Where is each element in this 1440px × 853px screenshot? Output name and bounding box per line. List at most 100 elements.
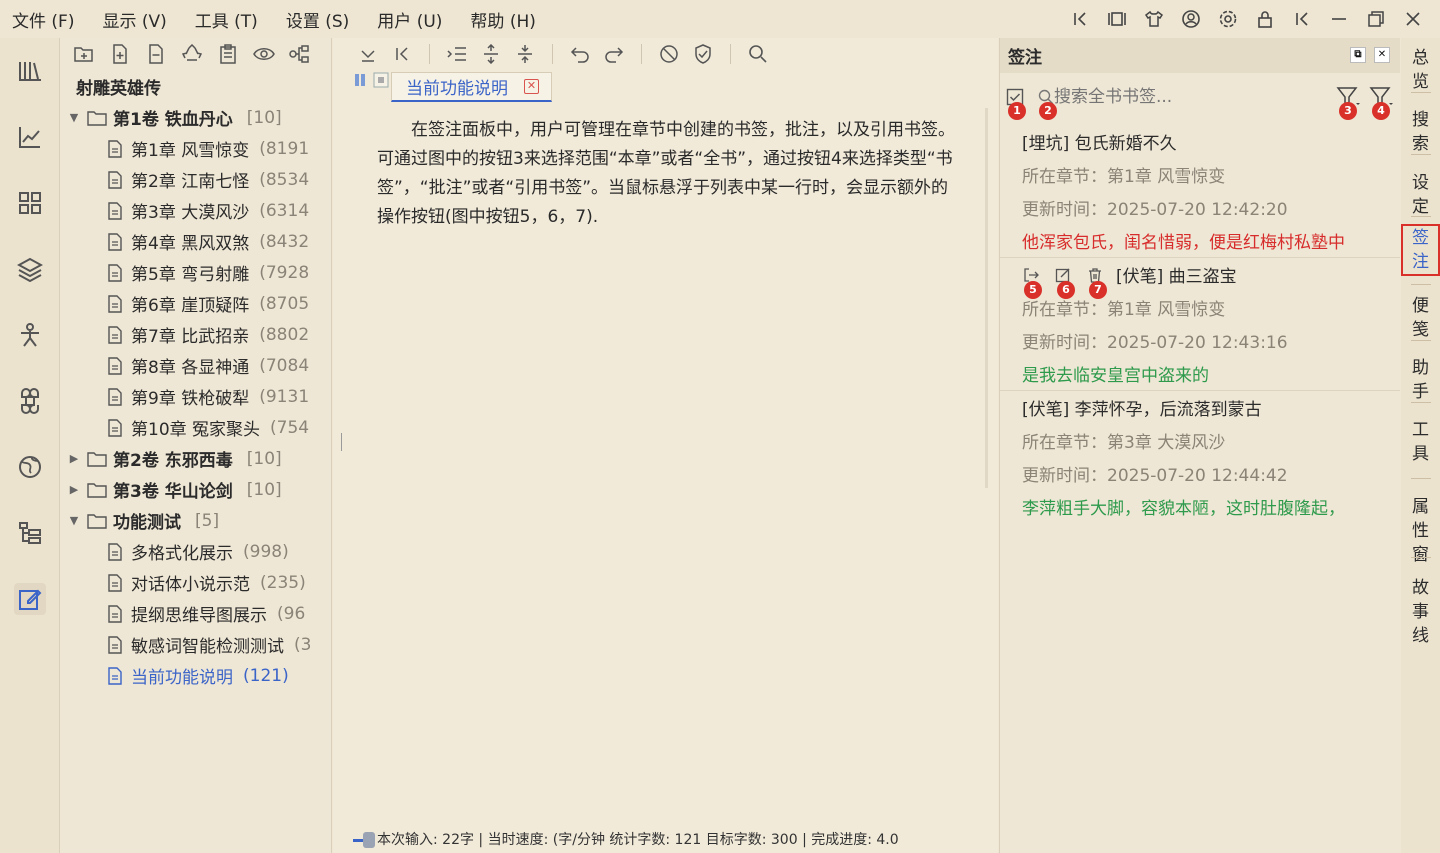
layers-icon[interactable] [14,253,46,285]
toolbar-divider [641,44,642,64]
add-file-icon[interactable] [109,43,131,65]
annotation-item[interactable]: [伏笔] 李萍怀孕，后流落到蒙古 所在章节：第3章 大漠风沙 更新时间：2025-0… [1000,390,1400,523]
close-panel-icon[interactable]: ✕ [1374,47,1390,63]
tree-chapter[interactable]: 第3章 大漠风沙 (6314 [61,195,331,226]
tree-chapter[interactable]: 第9章 铁枪破犁 (9131 [61,381,331,412]
outline-tree-icon[interactable] [14,517,46,549]
right-tab-label: 搜索 [1412,110,1429,154]
tree-volume[interactable]: ▶ 第3卷 华山论剑 [10] [61,474,331,505]
tree-chapter[interactable]: 第7章 比武招亲 (8802 [61,319,331,350]
annotation-search-input[interactable] [1054,87,1314,107]
paragraph-spacing-icon[interactable] [514,43,536,65]
user-circle-icon[interactable] [1180,8,1202,30]
shield-check-icon[interactable] [692,43,714,65]
right-tab-1[interactable]: 搜索 [1405,108,1436,156]
editor-scrollbar[interactable] [985,108,988,488]
eye-icon[interactable] [253,43,275,65]
folder-icon [87,110,107,126]
right-tab-8[interactable]: 故事线 [1405,576,1436,648]
theme-shirt-icon[interactable] [1143,8,1165,30]
tab-current-function[interactable]: 当前功能说明 ✕ [391,72,552,102]
redo-icon[interactable] [603,43,625,65]
right-tab-6[interactable]: 工具 [1405,418,1436,466]
clipboard-icon[interactable] [217,43,239,65]
zoom-slider-handle[interactable] [363,832,375,848]
expand-down-icon[interactable] [357,43,379,65]
remove-file-icon[interactable] [145,43,167,65]
tree-chapter[interactable]: 提纲思维导图展示 (96 [61,598,331,629]
menu-user[interactable]: 用户 (U) [377,7,442,32]
tree-volume[interactable]: ▼ 功能测试 [5] [61,505,331,536]
indent-icon[interactable] [446,43,468,65]
chevron-down-icon[interactable]: ▼ [67,514,81,527]
right-tab-0[interactable]: 总览 [1405,46,1436,94]
tree-chapter[interactable]: 第2章 江南七怪 (8534 [61,164,331,195]
document-icon [107,418,123,437]
document-icon [107,170,123,189]
editor-body[interactable]: 在签注面板中，用户可管理在章节中创建的书签，批注，以及引用书签。可通过图中的按钮… [377,116,963,232]
search-icon[interactable] [747,43,769,65]
annotation-item[interactable]: [伏笔] 曲三盗宝 所在章节：第1章 风雪惊变 更新时间：2025-07-20 12… [1000,257,1400,390]
tree-chapter[interactable]: 第1章 风雪惊变 (8191 [61,133,331,164]
menu-help[interactable]: 帮助 (H) [470,7,535,32]
command-icon[interactable] [14,385,46,417]
tree-chapter[interactable]: 对话体小说示范 (235) [61,567,331,598]
tree-chapter[interactable]: 当前功能说明 (121) [61,660,331,691]
gear-icon[interactable] [1217,8,1239,30]
collapse-icon[interactable] [1291,8,1313,30]
annotation-list: [埋坑] 包氏新婚不久 所在章节：第1章 风雪惊变 更新时间：2025-07-20 … [1000,125,1400,523]
pin-icon[interactable] [353,72,389,88]
chevron-right-icon[interactable]: ▶ [67,452,81,465]
annotation-time: 更新时间：2025-07-20 12:42:20 [1022,200,1288,220]
line-spacing-icon[interactable] [480,43,502,65]
tree-volume[interactable]: ▶ 第2卷 东邪西毒 [10] [61,443,331,474]
chevron-down-icon[interactable]: ▼ [67,111,81,124]
minimize-icon[interactable] [1328,8,1350,30]
edit-note-icon[interactable] [14,583,46,615]
tree-chapter[interactable]: 第4章 黑风双煞 (8432 [61,226,331,257]
block-icon[interactable] [658,43,680,65]
add-folder-icon[interactable] [73,43,95,65]
annotation-chapter: 所在章节：第1章 风雪惊变 [1022,167,1226,187]
tree-item-label: 第10章 冤家聚头 [131,420,261,440]
menu-settings[interactable]: 设置 (S) [286,7,349,32]
float-panel-icon[interactable]: ⧉ [1350,47,1366,63]
tree-chapter[interactable]: 第6章 崖顶疑阵 (8705 [61,288,331,319]
mindmap-icon[interactable] [289,43,311,65]
menu-tools[interactable]: 工具 (T) [195,7,258,32]
right-tab-3[interactable]: 签注 [1401,224,1440,276]
collapse-left-icon[interactable] [391,43,413,65]
tree-chapter[interactable]: 第5章 弯弓射雕 (7928 [61,257,331,288]
tree-chapter[interactable]: 第10章 冤家聚头 (754 [61,412,331,443]
right-tab-5[interactable]: 助手 [1405,356,1436,404]
tree-chapter[interactable]: 第8章 各显神通 (7084 [61,350,331,381]
tree-volume[interactable]: ▼ 第1卷 铁血丹心 [10] [61,102,331,133]
collapse-left-icon[interactable] [1069,8,1091,30]
recycle-icon[interactable] [181,43,203,65]
tree-chapter[interactable]: 多格式化展示 (998) [61,536,331,567]
chevron-right-icon[interactable]: ▶ [67,483,81,496]
library-icon[interactable] [14,54,46,86]
layout-icon[interactable] [1106,8,1128,30]
tree-chapter[interactable]: 敏感词智能检测测试 (3 [61,629,331,660]
document-icon [107,232,123,251]
tree-item-count: [10] [246,107,282,128]
lock-icon[interactable] [1254,8,1276,30]
right-tab-4[interactable]: 便笺 [1405,294,1436,342]
restore-icon[interactable] [1365,8,1387,30]
menu-file[interactable]: 文件 (F) [12,7,74,32]
document-icon [107,294,123,313]
menu-view[interactable]: 显示 (V) [102,7,166,32]
annotation-item[interactable]: [埋坑] 包氏新婚不久 所在章节：第1章 风雪惊变 更新时间：2025-07-20 … [1000,125,1400,257]
stats-icon[interactable] [14,121,46,153]
undo-icon[interactable] [569,43,591,65]
globe-icon[interactable] [14,451,46,483]
tree-item-label: 第7章 比武招亲 [131,327,250,347]
right-tab-2[interactable]: 设定 [1405,171,1436,219]
apps-grid-icon[interactable] [14,187,46,219]
annotation-title: [伏笔] 李萍怀孕，后流落到蒙古 [1022,400,1262,420]
tab-close-icon[interactable]: ✕ [524,79,539,94]
tree-item-count: (8802 [259,324,310,345]
character-icon[interactable] [14,319,46,351]
close-icon[interactable] [1402,8,1424,30]
